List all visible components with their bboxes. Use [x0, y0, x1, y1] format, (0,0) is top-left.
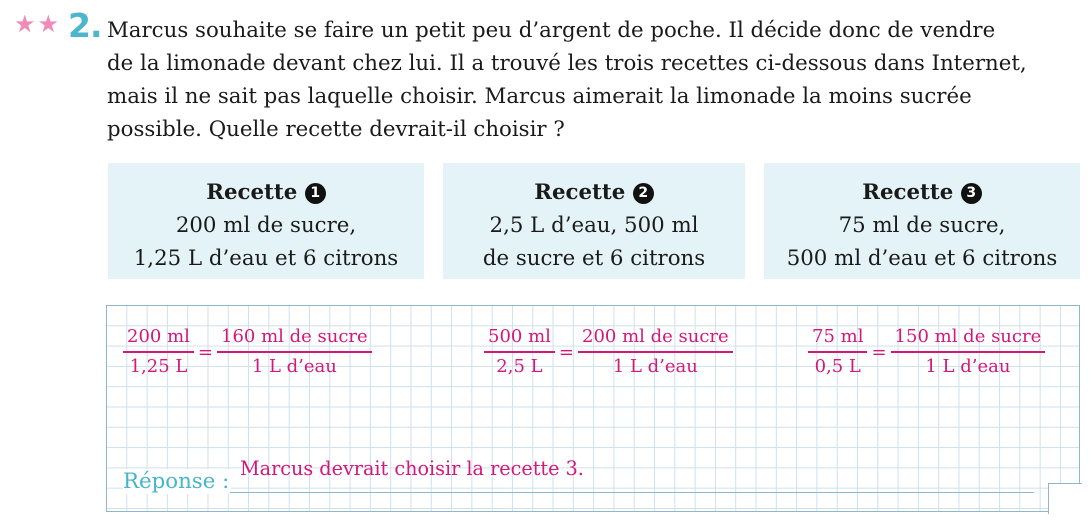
fraction: 200 ml de sucre 1 L d’eau: [578, 326, 733, 378]
answer-label: Réponse :: [123, 469, 232, 494]
star-icon: ★: [14, 10, 36, 38]
number-badge-icon: 2: [632, 183, 654, 204]
equals-sign: =: [197, 342, 213, 364]
recipe-line: 75 ml de sucre,: [838, 213, 1006, 238]
equation-recipe-1: 200 ml 1,25 L = 160 ml de sucre 1 L d’eau: [123, 326, 372, 378]
fraction: 75 ml 0,5 L: [808, 326, 868, 378]
recipe-card-1: Recette 1 200 ml de sucre, 1,25 L d’eau …: [108, 163, 424, 279]
recipe-title: Recette 3: [764, 176, 1080, 209]
recipe-title: Recette 1: [108, 176, 424, 209]
question-line: mais il ne sait pas laquelle choisir. Ma…: [107, 84, 972, 109]
question-line: possible. Quelle recette devrait-il choi…: [107, 117, 565, 142]
answer-line[interactable]: [230, 492, 1034, 493]
question-line: de la limonade devant chez lui. Il a tro…: [107, 51, 1027, 76]
difficulty-stars: ★ ★: [14, 12, 59, 36]
question-number: 2.: [68, 6, 102, 45]
grid-corner-notch: [1048, 483, 1082, 514]
recipe-line: 1,25 L d’eau et 6 citrons: [133, 246, 399, 271]
recipe-card-2: Recette 2 2,5 L d’eau, 500 ml de sucre e…: [443, 163, 745, 279]
number-badge-icon: 1: [304, 183, 326, 204]
equals-sign: =: [871, 342, 887, 364]
recipe-line: 2,5 L d’eau, 500 ml: [489, 213, 699, 238]
answer-text: Marcus devrait choisir la recette 3.: [240, 457, 584, 480]
fraction: 150 ml de sucre 1 L d’eau: [890, 326, 1046, 378]
recipe-title: Recette 2: [443, 176, 745, 209]
recipe-line: 200 ml de sucre,: [175, 213, 357, 238]
recipe-line: de sucre et 6 citrons: [482, 246, 706, 271]
fraction: 200 ml 1,25 L: [123, 326, 194, 378]
recipe-line: 500 ml d’eau et 6 citrons: [786, 246, 1058, 271]
fraction: 500 ml 2,5 L: [484, 326, 555, 378]
question-text: Marcus souhaite se faire un petit peu d’…: [107, 14, 1047, 146]
question-line: Marcus souhaite se faire un petit peu d’…: [107, 18, 996, 43]
star-icon: ★: [37, 10, 60, 38]
equation-recipe-2: 500 ml 2,5 L = 200 ml de sucre 1 L d’eau: [484, 326, 733, 378]
equation-recipe-3: 75 ml 0,5 L = 150 ml de sucre 1 L d’eau: [808, 326, 1046, 378]
number-badge-icon: 3: [960, 183, 982, 204]
equals-sign: =: [558, 342, 574, 364]
recipe-card-3: Recette 3 75 ml de sucre, 500 ml d’eau e…: [764, 163, 1080, 279]
fraction: 160 ml de sucre 1 L d’eau: [217, 326, 372, 378]
